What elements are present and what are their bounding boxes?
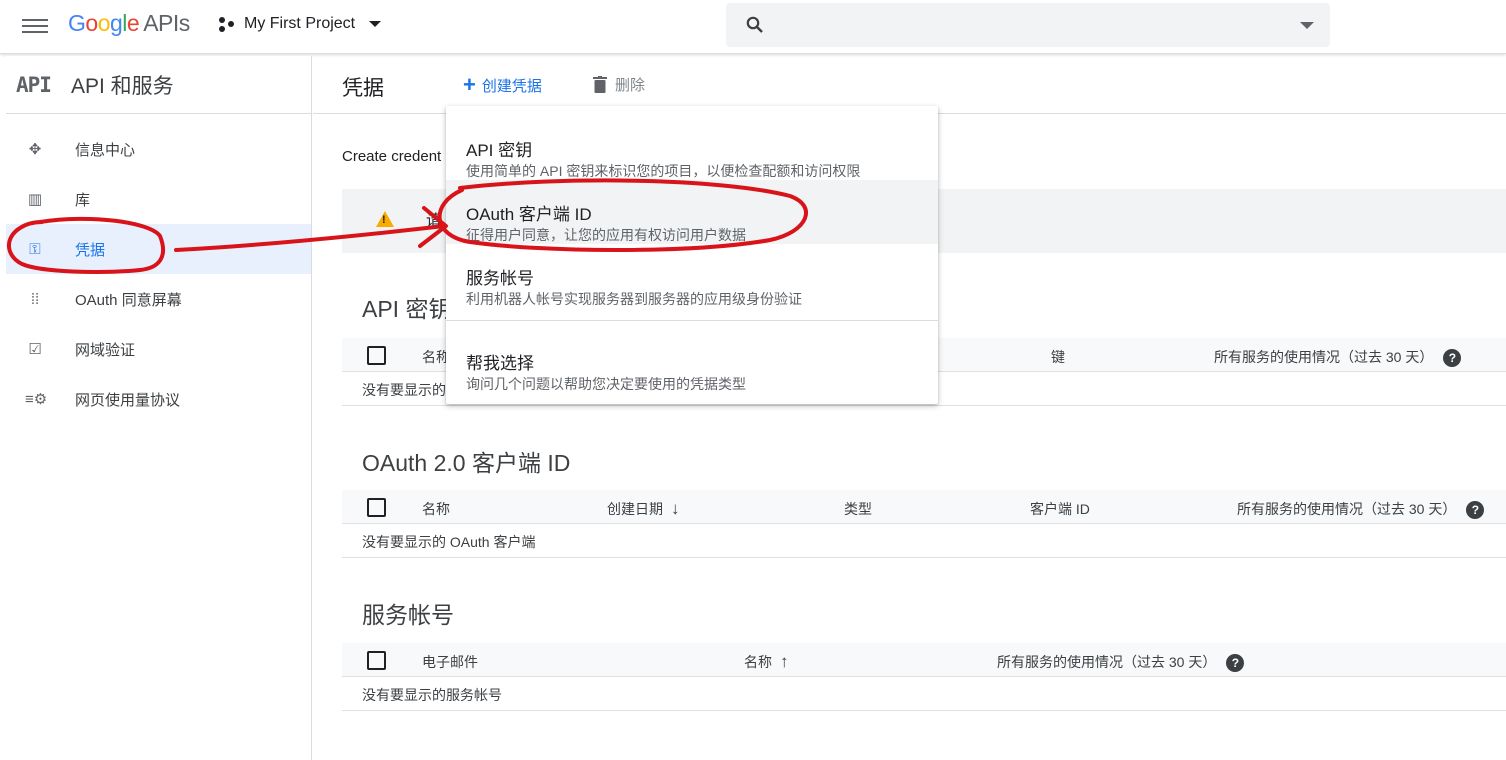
sidebar-nav: ✥ 信息中心 ▥ 库 ⚿ 凭据 ⁞⁞ OAuth 同意屏幕 ☑ 网域验证 ≡⚙ 网页使用量协…: [6, 124, 311, 424]
col-usage-label: 所有服务的使用情况（过去 30 天）: [1214, 349, 1434, 365]
oauth-table-header: 名称 创建日期 ↓ 类型 客户端 ID 所有服务的使用情况（过去 30 天）?: [342, 490, 1506, 524]
col-client-id[interactable]: 客户端 ID: [1030, 499, 1090, 519]
col-usage[interactable]: 所有服务的使用情况（过去 30 天）?: [1237, 499, 1485, 520]
empty-text: 没有要显示的服务帐号: [362, 687, 502, 703]
create-credentials-label: 创建凭据: [481, 77, 542, 95]
select-all-checkbox[interactable]: [367, 651, 386, 670]
settings-list-icon: ≡⚙: [25, 391, 48, 408]
col-key[interactable]: 键: [1051, 347, 1065, 367]
page-title: 凭据: [342, 77, 384, 100]
api-badge: API: [16, 72, 52, 97]
sidebar-item-label: 凭据: [75, 241, 106, 259]
create-credentials-menu: API 密钥 使用简单的 API 密钥来标识您的项目，以便检查配额和访问权限 O…: [446, 106, 938, 404]
menu-item-description: 询问几个问题以帮助您决定要使用的凭据类型: [466, 376, 746, 392]
delete-label: 删除: [615, 77, 646, 94]
arrow-up-icon: ↑: [780, 652, 789, 671]
service-accounts-table-header: 电子邮件 名称 ↑ 所有服务的使用情况（过去 30 天）?: [342, 643, 1506, 677]
col-created-date[interactable]: 创建日期 ↓: [607, 499, 680, 519]
sidebar-item-label: 网域验证: [75, 341, 136, 359]
help-icon[interactable]: ?: [1466, 501, 1485, 520]
project-selector[interactable]: My First Project: [218, 15, 382, 33]
search-bar[interactable]: [726, 3, 1330, 47]
api-keys-title: API 密钥: [362, 296, 452, 322]
col-usage-label: 所有服务的使用情况（过去 30 天）: [1237, 501, 1457, 517]
empty-text: 没有要显示的: [362, 382, 446, 398]
warning-icon-mark: !: [382, 214, 386, 226]
menu-item-api-key[interactable]: API 密钥 使用简单的 API 密钥来标识您的项目，以便检查配额和访问权限: [446, 116, 938, 180]
logo-apis-text: APIs: [143, 10, 190, 36]
sidebar-item-label: 库: [75, 191, 91, 209]
col-name-label: 名称: [744, 654, 772, 670]
menu-divider: [446, 320, 938, 321]
checkbox-icon: ☑: [28, 341, 42, 358]
sidebar-title: API 和服务: [70, 74, 174, 98]
oauth-clients-title: OAuth 2.0 客户端 ID: [362, 450, 571, 476]
empty-text: 没有要显示的 OAuth 客户端: [362, 534, 536, 550]
sidebar-item-label: OAuth 同意屏幕: [75, 291, 182, 309]
help-icon[interactable]: ?: [1226, 654, 1245, 673]
search-input[interactable]: [778, 11, 1258, 39]
chevron-down-icon: [369, 21, 382, 27]
project-icon: [218, 16, 236, 32]
sidebar-item-library[interactable]: ▥ 库: [6, 174, 311, 224]
sidebar-item-oauth-consent[interactable]: ⁞⁞ OAuth 同意屏幕: [6, 274, 311, 324]
menu-item-description: 利用机器人帐号实现服务器到服务器的应用级身份验证: [466, 291, 802, 307]
search-icon: [746, 16, 763, 33]
col-created-date-label: 创建日期: [607, 501, 663, 517]
menu-item-service-account[interactable]: 服务帐号 利用机器人帐号实现服务器到服务器的应用级身份验证: [446, 244, 938, 308]
col-name[interactable]: 名称: [422, 499, 450, 519]
select-all-checkbox[interactable]: [367, 346, 386, 365]
sidebar: API API 和服务 ✥ 信息中心 ▥ 库 ⚿ 凭据 ⁞⁞ OAuth 同意屏幕 ☑ 网…: [6, 56, 312, 760]
menu-item-title: OAuth 客户端 ID: [466, 205, 592, 224]
key-icon: ⚿: [29, 240, 41, 258]
search-dropdown-icon[interactable]: [1300, 22, 1314, 29]
service-accounts-title: 服务帐号: [362, 602, 454, 628]
warning-text: 请: [426, 212, 442, 229]
menu-item-title: 帮我选择: [466, 354, 534, 373]
col-usage-label: 所有服务的使用情况（过去 30 天）: [997, 654, 1217, 670]
select-all-checkbox[interactable]: [367, 498, 386, 517]
menu-icon[interactable]: [22, 15, 48, 37]
top-app-bar: Google APIs My First Project: [0, 0, 1506, 54]
create-credentials-button[interactable]: + 创建凭据: [463, 74, 542, 96]
col-name[interactable]: 名称 ↑: [744, 652, 789, 672]
oauth-empty-row: 没有要显示的 OAuth 客户端: [342, 524, 1506, 558]
service-accounts-empty-row: 没有要显示的服务帐号: [342, 677, 1506, 711]
col-type[interactable]: 类型: [844, 499, 872, 519]
plus-icon: +: [463, 72, 476, 97]
google-apis-logo[interactable]: Google APIs: [68, 10, 190, 37]
col-email[interactable]: 电子邮件: [422, 652, 478, 672]
col-usage[interactable]: 所有服务的使用情况（过去 30 天）?: [997, 652, 1245, 673]
trash-icon: [593, 76, 607, 93]
menu-item-title: API 密钥: [466, 141, 533, 160]
help-icon[interactable]: ?: [1443, 349, 1462, 368]
menu-item-oauth-client-id[interactable]: OAuth 客户端 ID 征得用户同意，让您的应用有权访问用户数据: [446, 180, 938, 244]
sidebar-item-dashboard[interactable]: ✥ 信息中心: [6, 124, 311, 174]
sidebar-item-label: 网页使用量协议: [75, 391, 181, 409]
arrow-down-icon: ↓: [671, 499, 680, 518]
menu-item-title: 服务帐号: [466, 269, 534, 288]
sidebar-header: API API 和服务: [6, 56, 311, 114]
sidebar-item-page-usage[interactable]: ≡⚙ 网页使用量协议: [6, 374, 311, 424]
menu-item-description: 征得用户同意，让您的应用有权访问用户数据: [466, 227, 746, 243]
delete-button[interactable]: 删除: [593, 74, 645, 95]
consent-icon: ⁞⁞: [30, 290, 40, 308]
library-icon: ▥: [27, 191, 43, 208]
menu-item-description: 使用简单的 API 密钥来标识您的项目，以便检查配额和访问权限: [466, 163, 861, 179]
sidebar-item-credentials[interactable]: ⚿ 凭据: [6, 224, 311, 274]
project-name: My First Project: [244, 15, 356, 32]
menu-item-help-me-choose[interactable]: 帮我选择 询问几个问题以帮助您决定要使用的凭据类型: [446, 329, 938, 393]
intro-text: Create credent: [342, 148, 442, 165]
col-usage[interactable]: 所有服务的使用情况（过去 30 天）?: [1214, 347, 1462, 368]
sidebar-item-label: 信息中心: [75, 141, 136, 159]
dashboard-icon: ✥: [28, 141, 42, 158]
sidebar-item-domain-verification[interactable]: ☑ 网域验证: [6, 324, 311, 374]
